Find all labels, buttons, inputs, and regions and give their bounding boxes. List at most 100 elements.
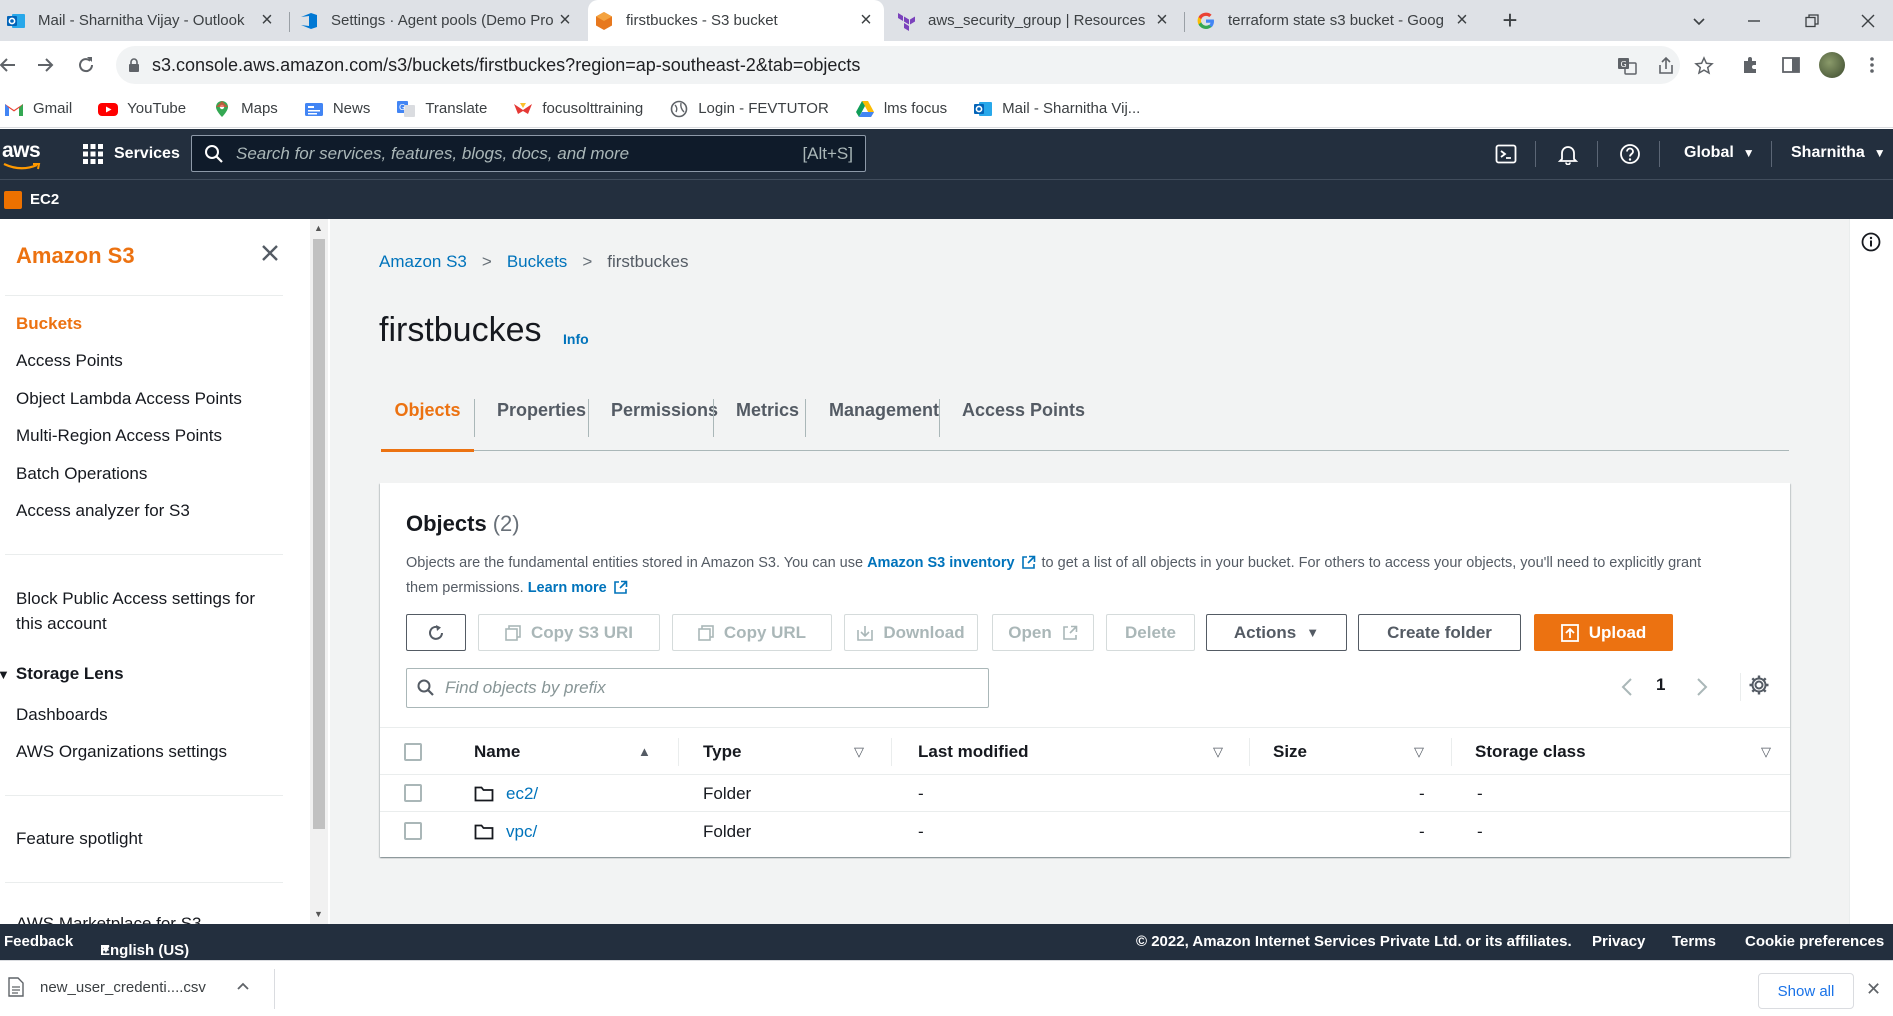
breadcrumb-amazon-s3[interactable]: Amazon S3 <box>379 252 467 272</box>
sort-icon[interactable]: ▽ <box>1213 744 1223 760</box>
bookmark-focusolttraining[interactable]: focusolttraining <box>513 100 643 118</box>
bookmark-mail[interactable]: Mail - Sharnitha Vij... <box>973 100 1140 118</box>
bookmark-star-icon[interactable] <box>1693 55 1715 77</box>
bookmark-news[interactable]: News <box>304 100 370 118</box>
aws-logo[interactable]: aws <box>2 139 41 163</box>
sidebar-scrollbar[interactable]: ▲ ▼ <box>310 219 328 924</box>
reload-icon[interactable] <box>72 51 100 79</box>
region-menu[interactable]: Global ▼ <box>1684 144 1755 162</box>
sidebar-item-access-points[interactable]: Access Points <box>16 348 123 373</box>
breadcrumb-buckets[interactable]: Buckets <box>507 252 567 272</box>
column-storage-class[interactable]: Storage class <box>1475 728 1586 776</box>
minimize-icon[interactable] <box>1739 6 1769 36</box>
account-menu[interactable]: Sharnitha ▼ <box>1791 144 1886 162</box>
info-icon[interactable] <box>1861 232 1881 252</box>
gear-icon[interactable] <box>1748 674 1770 696</box>
find-objects-input[interactable]: Find objects by prefix <box>406 668 989 708</box>
close-tab-icon[interactable]: × <box>854 9 878 33</box>
side-panel-icon[interactable] <box>1779 53 1803 77</box>
scroll-down-icon[interactable]: ▼ <box>314 909 323 919</box>
scroll-up-icon[interactable]: ▲ <box>314 223 323 233</box>
column-name[interactable]: Name <box>474 728 520 776</box>
chevron-right-icon[interactable] <box>1695 677 1709 697</box>
show-all-button[interactable]: Show all <box>1758 973 1854 1009</box>
close-tab-icon[interactable]: × <box>1150 9 1174 33</box>
upload-button[interactable]: Upload <box>1534 614 1673 651</box>
learn-more-link[interactable]: Learn more <box>528 580 607 596</box>
actions-button[interactable]: Actions ▼ <box>1206 614 1347 651</box>
tab-search-icon[interactable] <box>1684 6 1714 36</box>
help-icon[interactable] <box>1618 142 1642 166</box>
tab-management[interactable]: Management <box>829 369 939 451</box>
open-button[interactable]: Open <box>992 614 1094 651</box>
close-tab-icon[interactable]: × <box>1450 9 1474 33</box>
browser-tab-outlook[interactable]: Mail - Sharnitha Vijay - Outlook × <box>0 0 285 41</box>
column-size[interactable]: Size <box>1273 728 1307 776</box>
tab-objects[interactable]: Objects <box>381 369 474 452</box>
refresh-button[interactable] <box>406 614 466 651</box>
feedback-link[interactable]: Feedback <box>4 933 73 950</box>
notifications-bell-icon[interactable] <box>1556 142 1580 166</box>
sort-ascending-icon[interactable]: ▲ <box>638 744 651 759</box>
bookmark-fevtutor[interactable]: Login - FEVTUTOR <box>669 100 829 118</box>
cloudshell-icon[interactable] <box>1494 142 1518 166</box>
aws-search-input[interactable]: Search for services, features, blogs, do… <box>191 135 866 172</box>
sidebar-group-storage-lens[interactable]: ▼ Storage Lens <box>0 664 124 684</box>
browser-tab-azure-devops[interactable]: Settings · Agent pools (Demo Pro × <box>293 0 583 41</box>
object-link[interactable]: vpc/ <box>506 822 537 842</box>
column-type[interactable]: Type <box>703 728 741 776</box>
tab-properties[interactable]: Properties <box>497 369 586 451</box>
favorite-ec2[interactable]: EC2 <box>30 191 59 208</box>
row-checkbox[interactable] <box>404 784 422 802</box>
tab-permissions[interactable]: Permissions <box>611 369 718 451</box>
copy-url-button[interactable]: Copy URL <box>672 614 832 651</box>
new-tab-button[interactable]: + <box>1497 7 1523 34</box>
table-row[interactable]: vpc/ Folder - - - <box>380 813 1790 850</box>
sidebar-item-dashboards[interactable]: Dashboards <box>16 702 108 727</box>
extensions-icon[interactable] <box>1738 53 1762 77</box>
terms-link[interactable]: Terms <box>1672 933 1716 950</box>
bookmark-translate[interactable]: G Translate <box>396 100 487 118</box>
sort-icon[interactable]: ▽ <box>1761 744 1771 760</box>
create-folder-button[interactable]: Create folder <box>1358 614 1521 651</box>
table-row[interactable]: ec2/ Folder - - - <box>380 775 1790 812</box>
bookmark-youtube[interactable]: YouTube <box>98 100 186 118</box>
browser-tab-terraform[interactable]: aws_security_group | Resources | × <box>890 0 1180 41</box>
page-number[interactable]: 1 <box>1656 675 1665 695</box>
downloaded-file[interactable]: new_user_credenti....csv <box>40 979 206 996</box>
sidebar-item-feature-spotlight[interactable]: Feature spotlight <box>16 826 143 851</box>
share-icon[interactable] <box>1655 55 1677 77</box>
sidebar-item-multi-region[interactable]: Multi-Region Access Points <box>16 423 222 448</box>
more-menu-icon[interactable] <box>1860 53 1884 77</box>
bookmark-gmail[interactable]: Gmail <box>4 100 72 118</box>
privacy-link[interactable]: Privacy <box>1592 933 1645 950</box>
back-icon[interactable] <box>0 51 22 79</box>
sort-icon[interactable]: ▽ <box>854 744 864 760</box>
sidebar-item-org-settings[interactable]: AWS Organizations settings <box>16 739 227 764</box>
chevron-left-icon[interactable] <box>1620 677 1634 697</box>
browser-tab-s3-bucket[interactable]: firstbuckes - S3 bucket × <box>588 0 884 41</box>
row-checkbox[interactable] <box>404 822 422 840</box>
profile-avatar[interactable] <box>1819 52 1845 78</box>
sidebar-item-marketplace[interactable]: AWS Marketplace for S3 <box>16 911 202 924</box>
bookmark-lms-focus[interactable]: lms focus <box>855 100 947 118</box>
tab-metrics[interactable]: Metrics <box>736 369 799 451</box>
info-link[interactable]: Info <box>563 331 589 347</box>
scrollbar-thumb[interactable] <box>313 239 325 829</box>
column-last-modified[interactable]: Last modified <box>918 728 1029 776</box>
sidebar-item-buckets[interactable]: Buckets <box>16 311 82 336</box>
browser-tab-google[interactable]: terraform state s3 bucket - Goog × <box>1190 0 1480 41</box>
object-link[interactable]: ec2/ <box>506 784 538 804</box>
close-tab-icon[interactable]: × <box>553 9 577 33</box>
download-button[interactable]: Download <box>844 614 978 651</box>
close-window-icon[interactable] <box>1853 6 1883 36</box>
s3-inventory-link[interactable]: Amazon S3 inventory <box>867 555 1014 571</box>
copy-s3-uri-button[interactable]: Copy S3 URI <box>478 614 660 651</box>
forward-icon[interactable] <box>31 51 59 79</box>
sidebar-item-object-lambda[interactable]: Object Lambda Access Points <box>16 386 242 411</box>
sort-icon[interactable]: ▽ <box>1414 744 1424 760</box>
sidebar-title[interactable]: Amazon S3 <box>16 243 135 269</box>
chevron-up-icon[interactable] <box>236 979 250 993</box>
close-shelf-icon[interactable]: ✕ <box>1866 979 1881 1000</box>
select-all-checkbox[interactable] <box>404 743 422 761</box>
